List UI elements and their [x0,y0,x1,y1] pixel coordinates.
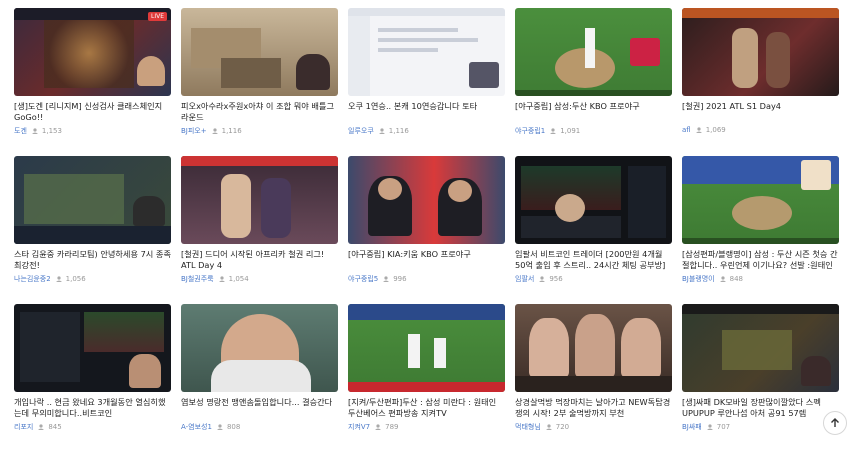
channel-name[interactable]: 나는김윤중2 [14,274,51,284]
video-card[interactable]: [야구중립] 삼성:두산 KBO 프로야구 야구중립1 1,091 [515,8,672,156]
video-title[interactable]: [삼성편파/블랭명이] 삼성 : 두산 시즌 첫승 간절합니다.. 우린언제 이… [682,249,839,271]
view-count: 1,069 [705,126,726,134]
view-count: 956 [549,275,563,283]
video-thumbnail[interactable] [515,304,672,392]
viewer-icon [216,424,223,430]
video-title[interactable]: [생]싸패 DK모바일 장판많이깔았다 스펙UPUPUP 루안나섭 아처 공91… [682,397,839,419]
video-title[interactable]: 오쿠 1연승.. 본캐 10연승갑니다 토타 [348,101,505,123]
video-title[interactable]: [철권] 드디어 시작된 아프리카 철권 리그! ATL Day 4 [181,249,338,271]
video-card[interactable]: [생]싸패 DK모바일 장판많이깔았다 스펙UPUPUP 루안나섭 아처 공91… [682,304,839,452]
video-grid: LIVE [생]도겐 [리니지M] 신성검사 클래스체인지 GoGo!! 도겐 … [14,8,839,452]
viewer-icon [383,276,390,282]
view-count: 996 [393,275,407,283]
channel-name[interactable]: BJ싸패 [682,422,702,432]
view-count: 808 [226,423,241,431]
view-count: 1,153 [41,127,62,135]
video-thumbnail[interactable] [14,304,171,392]
video-title[interactable]: [지켜/두산편파]두산 : 삼성 미란다 : 원태인 두산베어스 편파방송 지켜… [348,397,505,419]
video-thumbnail[interactable] [682,304,839,392]
channel-name[interactable]: 야구중립1 [515,126,545,136]
video-card[interactable]: 임팔서 비트코인 트레이더 [200만원 4개월 50억 출입 후 스트리.. … [515,156,672,304]
channel-name[interactable]: BJ블랭명이 [682,274,715,284]
view-count: 1,091 [560,127,581,135]
viewer-icon [378,128,385,134]
video-title[interactable]: 상경살먹방 먹장마치는 날아가고 NEW독탑경쟁의 시작! 2부 술먹방까지 부… [515,397,672,419]
view-count: 1,116 [388,127,409,135]
video-card[interactable]: [철권] 2021 ATL S1 Day4 afl 1,069 [682,8,839,156]
video-thumbnail[interactable] [14,156,171,244]
video-title[interactable]: [생]도겐 [리니지M] 신성검사 클래스체인지 GoGo!! [14,101,171,123]
video-card[interactable]: 상경살먹방 먹장마치는 날아가고 NEW독탑경쟁의 시작! 2부 술먹방까지 부… [515,304,672,452]
video-thumbnail[interactable] [515,8,672,96]
channel-name[interactable]: 도겐 [14,126,27,136]
view-count: 1,116 [221,127,242,135]
viewer-icon [539,276,546,282]
view-count: 720 [555,423,570,431]
channel-name[interactable]: BJ철권주룩 [181,274,214,284]
viewer-icon [695,127,702,133]
video-thumbnail[interactable] [515,156,672,244]
video-card[interactable]: [철권] 드디어 시작된 아프리카 철권 리그! ATL Day 4 BJ철권주… [181,156,338,304]
video-thumbnail[interactable] [348,8,505,96]
video-title[interactable]: 개입나락 .. 현금 왔네요 3개월동안 열심히했는데 무의미합니다..비트코인 [14,397,171,419]
video-title[interactable]: 임팔서 비트코인 트레이더 [200만원 4개월 50억 출입 후 스트리.. … [515,249,672,271]
channel-name[interactable]: afl [682,126,691,134]
video-title[interactable]: 염보성 명랑전 맹앤솜돌입합니다... 결승간다 [181,397,338,419]
live-badge: LIVE [147,12,167,21]
video-card[interactable]: [야구중립] KIA:키움 KBO 프로야구 야구중립5 996 [348,156,505,304]
channel-name[interactable]: A-염보성1 [181,422,212,432]
video-title[interactable]: [철권] 2021 ATL S1 Day4 [682,101,839,123]
video-card[interactable]: [삼성편파/블랭명이] 삼성 : 두산 시즌 첫승 간절합니다.. 우린언제 이… [682,156,839,304]
video-title[interactable]: [야구중립] 삼성:두산 KBO 프로야구 [515,101,672,123]
view-count: 845 [48,423,62,431]
viewer-icon [719,276,726,282]
scroll-to-top-button[interactable] [823,411,847,435]
video-card[interactable]: 피오x아수라x주원x아챠 이 조합 뭐야 배틀그라운드 BJ피오+ 1,116 [181,8,338,156]
video-thumbnail[interactable] [348,304,505,392]
viewer-icon [218,276,225,282]
view-count: 1,054 [228,275,249,283]
arrow-up-icon [831,418,839,427]
video-thumbnail[interactable] [348,156,505,244]
video-card[interactable]: 개입나락 .. 현금 왔네요 3개월동안 열심히했는데 무의미합니다..비트코인… [14,304,171,452]
channel-name[interactable]: 임팔서 [515,274,534,284]
video-card[interactable]: LIVE [생]도겐 [리니지M] 신성검사 클래스체인지 GoGo!! 도겐 … [14,8,171,156]
channel-name[interactable]: 지켜V7 [348,422,370,432]
viewer-icon [211,128,218,134]
video-card[interactable]: [지켜/두산편파]두산 : 삼성 미란다 : 원태인 두산베어스 편파방송 지켜… [348,304,505,452]
viewer-icon [55,276,62,282]
video-title[interactable]: 스타 김윤중 카라리모팀) 안녕하세용 7시 종족최강전! [14,249,171,271]
video-card[interactable]: 염보성 명랑전 맹앤솜돌입합니다... 결승간다 A-염보성1 808 [181,304,338,452]
view-count: 707 [716,423,731,431]
view-count: 848 [729,275,744,283]
channel-name[interactable]: 리포지 [14,422,33,432]
viewer-icon [375,424,382,430]
video-thumbnail[interactable] [181,156,338,244]
channel-name[interactable]: 야구중립5 [348,274,378,284]
view-count: 789 [385,423,399,431]
viewer-icon [545,424,552,430]
channel-name[interactable]: BJ피오+ [181,126,207,136]
video-title[interactable]: [야구중립] KIA:키움 KBO 프로야구 [348,249,505,271]
video-thumbnail[interactable] [181,8,338,96]
video-card[interactable]: 오쿠 1연승.. 본캐 10연승갑니다 토타 일루오쿠 1,116 [348,8,505,156]
viewer-icon [706,424,713,430]
video-card[interactable]: 스타 김윤중 카라리모팀) 안녕하세용 7시 종족최강전! 나는김윤중2 1,0… [14,156,171,304]
video-title[interactable]: 피오x아수라x주원x아챠 이 조합 뭐야 배틀그라운드 [181,101,338,123]
channel-name[interactable]: 일루오쿠 [348,126,374,136]
channel-name[interactable]: 먹태형님 [515,422,541,432]
video-thumbnail[interactable] [181,304,338,392]
viewer-icon [38,424,45,430]
video-thumbnail[interactable]: LIVE [14,8,171,96]
video-thumbnail[interactable] [682,156,839,244]
viewer-icon [550,128,557,134]
view-count: 1,056 [65,275,86,283]
video-thumbnail[interactable] [682,8,839,96]
viewer-icon [31,128,38,134]
